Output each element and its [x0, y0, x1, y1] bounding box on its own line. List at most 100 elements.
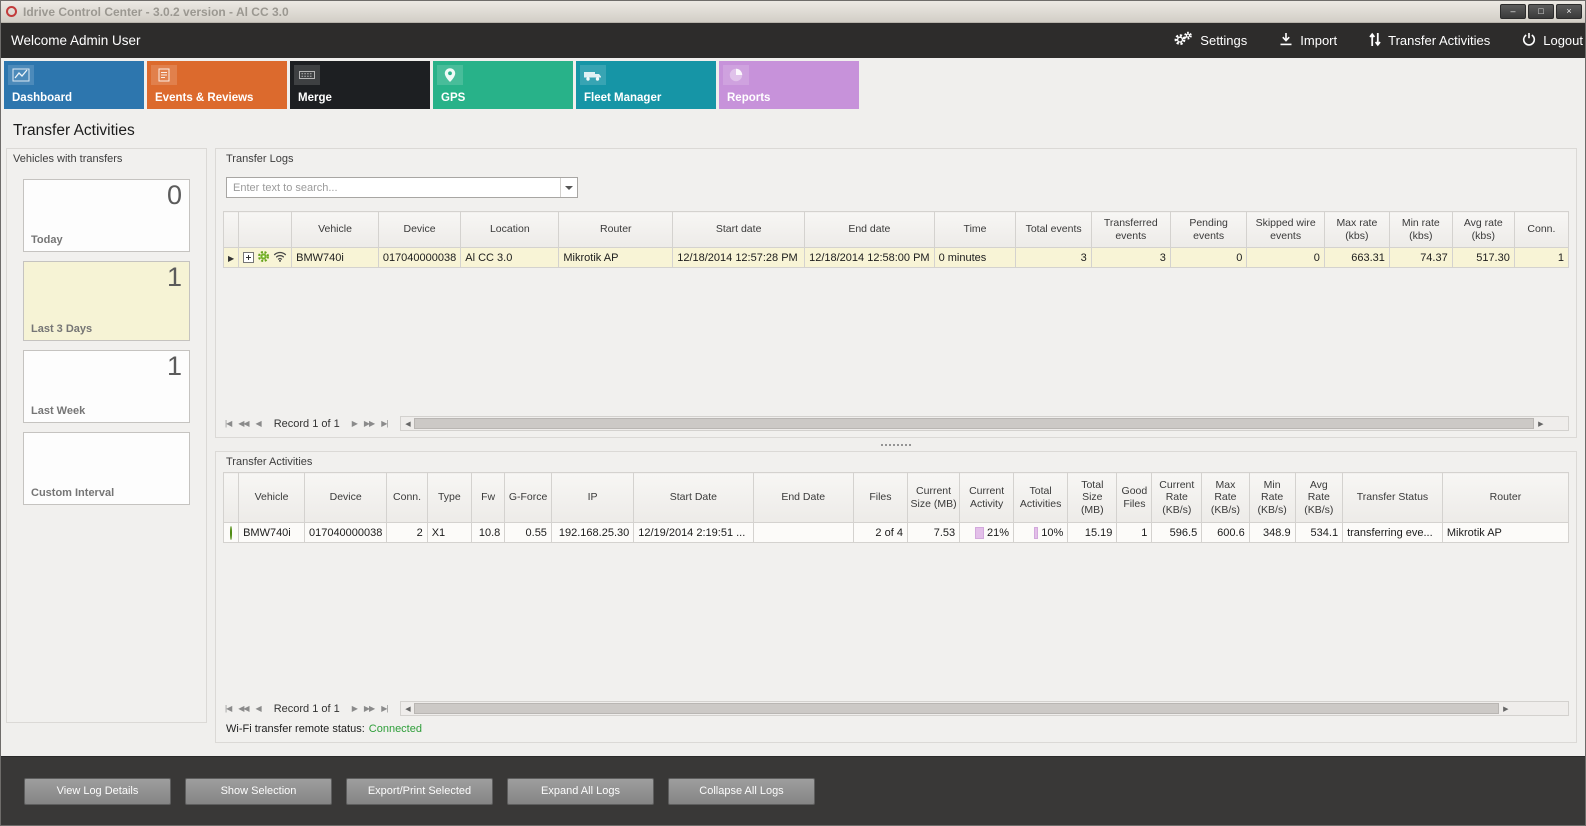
scroll-right-icon[interactable]: ▶ [1499, 705, 1512, 713]
logs-horizontal-scrollbar[interactable]: ◀ ▶ [400, 416, 1569, 431]
collapse-all-logs-button[interactable]: Collapse All Logs [668, 778, 815, 805]
close-button[interactable]: × [1556, 4, 1582, 19]
card-last-week[interactable]: 1 Last Week [23, 350, 190, 423]
col-start-date[interactable]: Start date [673, 212, 805, 248]
pager-prev-icon[interactable]: ◀ [256, 419, 261, 428]
col-current-size[interactable]: Current Size (MB) [907, 473, 959, 523]
cell-expand[interactable]: ▶ [224, 248, 239, 268]
expand-all-logs-button[interactable]: Expand All Logs [507, 778, 654, 805]
col-total-activities[interactable]: Total Activities [1014, 473, 1068, 523]
col-status [224, 473, 239, 523]
col-transfer-status[interactable]: Transfer Status [1343, 473, 1443, 523]
col-min-rate[interactable]: Min rate (kbs) [1389, 212, 1452, 248]
col-end-date[interactable]: End Date [753, 473, 853, 523]
expand-plus-icon[interactable] [243, 252, 254, 263]
pager-next-icon[interactable]: ▶ [352, 419, 357, 428]
col-device[interactable]: Device [304, 473, 386, 523]
pager-last-icon[interactable]: ▶| [381, 419, 387, 428]
transfer-log-row[interactable]: ▶ BMW740i 017040000038 Al CC 3.0 [224, 248, 1569, 268]
nav-tile-reports[interactable]: Reports [719, 61, 859, 109]
scroll-left-icon[interactable]: ◀ [401, 705, 414, 713]
gear-icon [257, 250, 270, 266]
nav-tile-gps[interactable]: GPS [433, 61, 573, 109]
col-min-rate[interactable]: Min Rate (KB/s) [1249, 473, 1295, 523]
col-g-force[interactable]: G-Force [505, 473, 552, 523]
topbar-actions: Settings Import Transfer Activities Logo… [1173, 31, 1583, 50]
search-input[interactable] [227, 182, 560, 194]
vehicles-with-transfers-panel: Vehicles with transfers 0 Today 1 Last 3… [6, 148, 207, 723]
col-avg-rate[interactable]: Avg Rate (KB/s) [1295, 473, 1343, 523]
transfer-activities-grid: Vehicle Device Conn. Type Fw G-Force IP … [223, 472, 1569, 543]
scrollbar-thumb[interactable] [414, 703, 1499, 714]
col-total-size[interactable]: Total Size (MB) [1068, 473, 1117, 523]
panel-splitter[interactable] [215, 438, 1577, 451]
col-end-date[interactable]: End date [805, 212, 934, 248]
pager-first-icon[interactable]: |◀ [225, 419, 231, 428]
activities-horizontal-scrollbar[interactable]: ◀ ▶ [400, 701, 1569, 716]
col-good-files[interactable]: Good Files [1117, 473, 1152, 523]
nav-tile-dashboard[interactable]: Dashboard [4, 61, 144, 109]
card-count: 1 [167, 351, 182, 382]
col-files[interactable]: Files [853, 473, 907, 523]
col-avg-rate[interactable]: Avg rate (kbs) [1452, 212, 1514, 248]
col-total-events[interactable]: Total events [1016, 212, 1091, 248]
col-router[interactable]: Router [1442, 473, 1568, 523]
transfer-logs-panel: Transfer Logs [215, 148, 1577, 438]
row-expand-icon[interactable]: ▶ [228, 254, 234, 263]
card-today[interactable]: 0 Today [23, 179, 190, 252]
cell-files: 2 of 4 [853, 523, 907, 543]
col-device[interactable]: Device [378, 212, 460, 248]
titlebar: Idrive Control Center - 3.0.2 version - … [1, 1, 1585, 23]
nav-tile-fleet-manager[interactable]: Fleet Manager [576, 61, 716, 109]
pager-prev-page-icon[interactable]: ◀◀ [238, 419, 248, 428]
col-router[interactable]: Router [559, 212, 673, 248]
col-fw[interactable]: Fw [471, 473, 504, 523]
pager-prev-icon[interactable]: ◀ [256, 704, 261, 713]
gps-pin-icon [437, 65, 463, 85]
transfer-activity-row[interactable]: BMW740i 017040000038 2 X1 10.8 0.55 192.… [224, 523, 1569, 543]
maximize-button[interactable]: □ [1528, 4, 1554, 19]
col-start-date[interactable]: Start Date [634, 473, 753, 523]
search-combobox[interactable] [226, 177, 578, 198]
col-vehicle[interactable]: Vehicle [292, 212, 379, 248]
nav-tile-merge[interactable]: Merge [290, 61, 430, 109]
col-location[interactable]: Location [461, 212, 559, 248]
nav-tile-events-reviews[interactable]: Events & Reviews [147, 61, 287, 109]
scrollbar-thumb[interactable] [414, 418, 1534, 429]
col-vehicle[interactable]: Vehicle [239, 473, 305, 523]
col-current-rate[interactable]: Current Rate (KB/s) [1152, 473, 1202, 523]
col-conn[interactable]: Conn. [1514, 212, 1568, 248]
pager-next-page-icon[interactable]: ▶▶ [364, 704, 374, 713]
power-icon [1522, 32, 1536, 49]
col-time[interactable]: Time [934, 212, 1016, 248]
col-pending-events[interactable]: Pending events [1170, 212, 1247, 248]
col-conn[interactable]: Conn. [387, 473, 427, 523]
col-current-activity[interactable]: Current Activity [960, 473, 1014, 523]
minimize-button[interactable]: – [1500, 4, 1526, 19]
view-log-details-button[interactable]: View Log Details [24, 778, 171, 805]
import-icon [1279, 32, 1293, 49]
col-transferred-events[interactable]: Transferred events [1091, 212, 1170, 248]
pager-prev-page-icon[interactable]: ◀◀ [238, 704, 248, 713]
col-type[interactable]: Type [427, 473, 471, 523]
dropdown-arrow-icon[interactable] [560, 178, 577, 197]
scroll-right-icon[interactable]: ▶ [1534, 420, 1547, 428]
card-last-3-days[interactable]: 1 Last 3 Days [23, 261, 190, 341]
col-max-rate[interactable]: Max Rate (KB/s) [1202, 473, 1250, 523]
import-button[interactable]: Import [1279, 32, 1337, 49]
col-max-rate[interactable]: Max rate (kbs) [1324, 212, 1389, 248]
logout-button[interactable]: Logout [1522, 32, 1583, 49]
pager-next-page-icon[interactable]: ▶▶ [364, 419, 374, 428]
col-ip[interactable]: IP [551, 473, 633, 523]
pager-last-icon[interactable]: ▶| [381, 704, 387, 713]
pager-next-icon[interactable]: ▶ [352, 704, 357, 713]
activities-header-row: Vehicle Device Conn. Type Fw G-Force IP … [224, 473, 1569, 523]
export-print-selected-button[interactable]: Export/Print Selected [346, 778, 493, 805]
card-custom-interval[interactable]: Custom Interval [23, 432, 190, 505]
pager-first-icon[interactable]: |◀ [225, 704, 231, 713]
col-skipped-wire-events[interactable]: Skipped wire events [1247, 212, 1324, 248]
settings-button[interactable]: Settings [1173, 31, 1247, 50]
scroll-left-icon[interactable]: ◀ [401, 420, 414, 428]
transfer-activities-button[interactable]: Transfer Activities [1369, 32, 1490, 50]
show-selection-button[interactable]: Show Selection [185, 778, 332, 805]
